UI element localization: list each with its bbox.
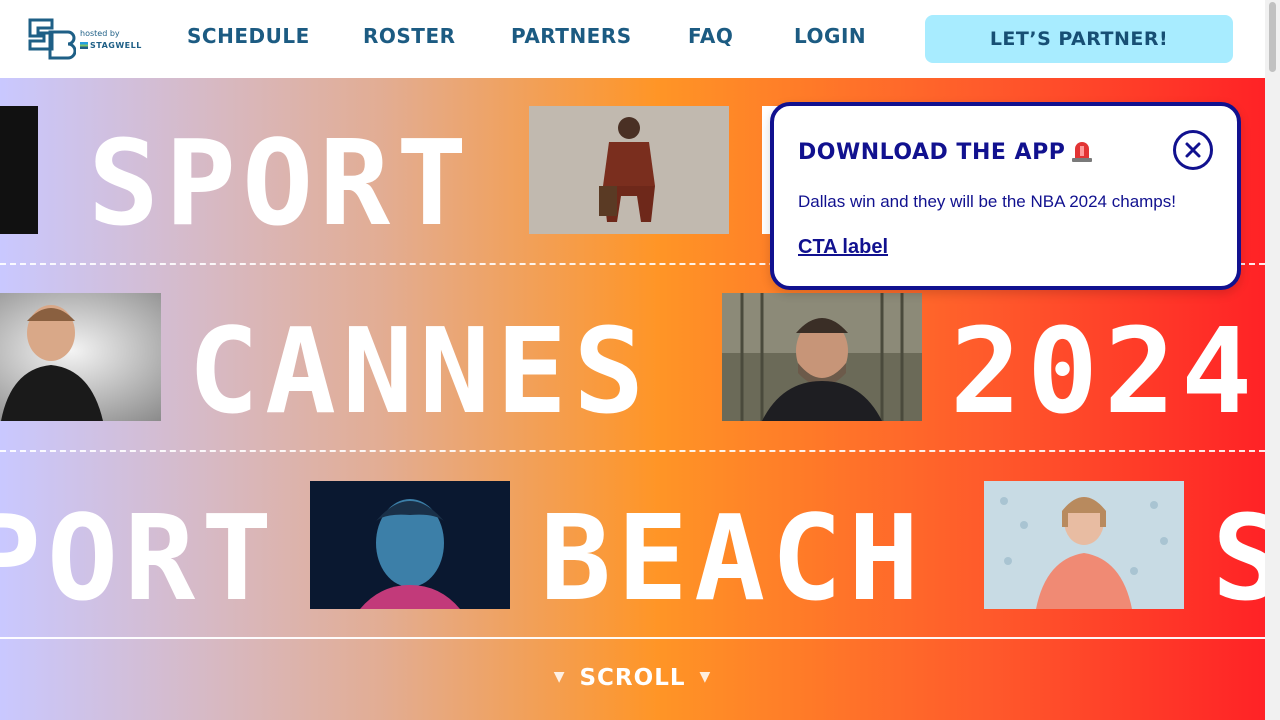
hosted-by-text: hosted by [80, 29, 120, 38]
site-logo[interactable]: hosted by STAGWELL [26, 14, 146, 64]
stagwell-brand: STAGWELL [80, 41, 142, 50]
nav-login[interactable]: LOGIN [794, 24, 866, 48]
marquee-word-port: PORT [0, 489, 279, 627]
nav-roster[interactable]: ROSTER [363, 24, 456, 48]
stagwell-mark-icon [80, 42, 88, 49]
stagwell-label: STAGWELL [90, 41, 142, 50]
download-app-popup: DOWNLOAD THE APP Dallas win and they wil… [770, 102, 1241, 290]
marquee-word-2024: 2024 [950, 302, 1259, 440]
athlete-photo-blue [310, 481, 510, 609]
popup-title: DOWNLOAD THE APP [798, 138, 1093, 165]
marquee-word-beach: BEACH [540, 489, 926, 627]
marquee-word-cannes: CANNES [188, 302, 651, 440]
athlete-photo-keeper [984, 481, 1184, 609]
athlete-photo-bearded [722, 293, 922, 421]
divider-solid [0, 637, 1265, 639]
close-icon [1185, 142, 1201, 158]
marquee-word-s: S [1212, 489, 1265, 627]
divider-dashed-2 [0, 450, 1265, 452]
siren-icon [1072, 142, 1093, 162]
nav-faq[interactable]: FAQ [688, 24, 733, 48]
marquee-word-sport: SPORT [88, 114, 474, 252]
scroll-label: SCROLL [579, 665, 686, 691]
triangle-down-icon: ▼ [553, 669, 566, 685]
scrollbar-thumb[interactable] [1269, 2, 1276, 72]
popup-cta-link[interactable]: CTA label [798, 236, 888, 259]
athlete-photo-smiling [0, 293, 161, 421]
athlete-photo-dark [0, 106, 38, 234]
page-scrollbar[interactable] [1265, 0, 1280, 720]
lets-partner-button[interactable]: LET’S PARTNER! [925, 15, 1233, 63]
nav-partners[interactable]: PARTNERS [511, 24, 632, 48]
nav-schedule[interactable]: SCHEDULE [187, 24, 310, 48]
site-header: hosted by STAGWELL SCHEDULE ROSTER PARTN… [0, 0, 1265, 78]
popup-message: Dallas win and they will be the NBA 2024… [798, 192, 1176, 211]
sb-logo-icon [28, 18, 76, 60]
scroll-indicator[interactable]: ▼ SCROLL ▼ [0, 665, 1265, 691]
close-button[interactable] [1173, 130, 1213, 170]
triangle-down-icon: ▼ [699, 669, 712, 685]
popup-title-text: DOWNLOAD THE APP [798, 140, 1066, 165]
athlete-photo-suit [529, 106, 729, 234]
